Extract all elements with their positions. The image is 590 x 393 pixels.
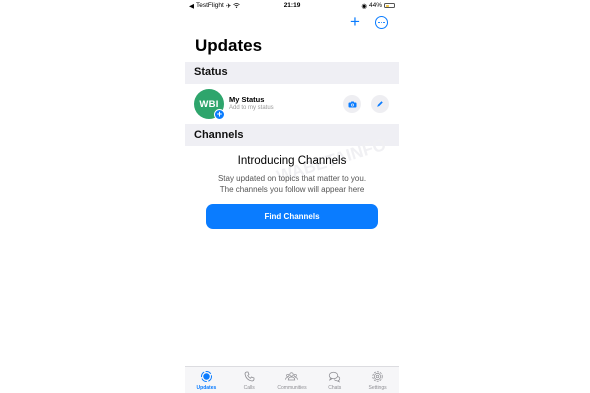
channels-description: Stay updated on topics that matter to yo… bbox=[195, 174, 389, 195]
channels-card: WABETAINFO Introducing Channels Stay upd… bbox=[185, 135, 399, 369]
camera-icon bbox=[348, 101, 356, 107]
channels-section-label: Channels bbox=[194, 129, 244, 141]
people-icon bbox=[285, 372, 299, 381]
tab-label: Chats bbox=[328, 385, 342, 391]
phone-icon bbox=[244, 371, 255, 382]
updates-icon bbox=[200, 371, 212, 382]
add-status-badge-icon[interactable]: + bbox=[214, 109, 225, 120]
battery-percent: 44% bbox=[368, 2, 382, 9]
status-bar: ◀ TestFlight ✈ 21:19 ◉ 44% bbox=[185, 0, 399, 11]
text-status-button[interactable] bbox=[371, 95, 389, 113]
my-status-subtitle: Add to my status bbox=[229, 105, 274, 111]
gear-icon bbox=[372, 371, 383, 382]
channels-description-line: Stay updated on topics that matter to yo… bbox=[217, 174, 367, 183]
phone-screen: ◀ TestFlight ✈ 21:19 ◉ 44% + Updates Sta… bbox=[185, 0, 399, 393]
status-bar-right: ◉ 44% bbox=[361, 2, 395, 10]
dot bbox=[380, 21, 383, 24]
tab-bar: Updates Calls Communities Chats Settings bbox=[185, 366, 399, 393]
ellipsis-circle-icon[interactable] bbox=[375, 16, 388, 29]
my-status-row[interactable]: WBI + My Status Add to my status bbox=[185, 84, 399, 124]
header: + Updates bbox=[185, 11, 399, 62]
pencil-icon bbox=[377, 101, 383, 107]
battery-icon bbox=[384, 3, 395, 8]
my-status-name: My Status bbox=[229, 95, 265, 104]
tab-label: Communities bbox=[277, 385, 307, 391]
page-title: Updates bbox=[195, 36, 263, 55]
chat-bubbles-icon bbox=[329, 371, 341, 383]
tab-label: Calls bbox=[243, 385, 255, 391]
tab-calls[interactable]: Calls bbox=[228, 367, 271, 393]
battery-level bbox=[385, 4, 390, 7]
tab-chats[interactable]: Chats bbox=[313, 367, 356, 393]
plus-icon[interactable]: + bbox=[349, 13, 361, 30]
channels-description-line: The channels you follow will appear here bbox=[219, 184, 365, 194]
dot bbox=[377, 21, 380, 24]
orientation-lock-icon: ◉ bbox=[361, 2, 367, 10]
tab-label: Settings bbox=[368, 385, 387, 391]
find-channels-button[interactable]: Find Channels bbox=[206, 204, 378, 229]
status-section-label: Status bbox=[194, 66, 228, 78]
tab-label: Updates bbox=[196, 385, 217, 391]
camera-button[interactable] bbox=[343, 95, 361, 113]
tab-updates[interactable]: Updates bbox=[185, 367, 228, 393]
tab-settings[interactable]: Settings bbox=[356, 367, 399, 393]
channels-title: Introducing Channels bbox=[237, 155, 347, 167]
tab-communities[interactable]: Communities bbox=[271, 367, 314, 393]
dot bbox=[383, 21, 386, 24]
